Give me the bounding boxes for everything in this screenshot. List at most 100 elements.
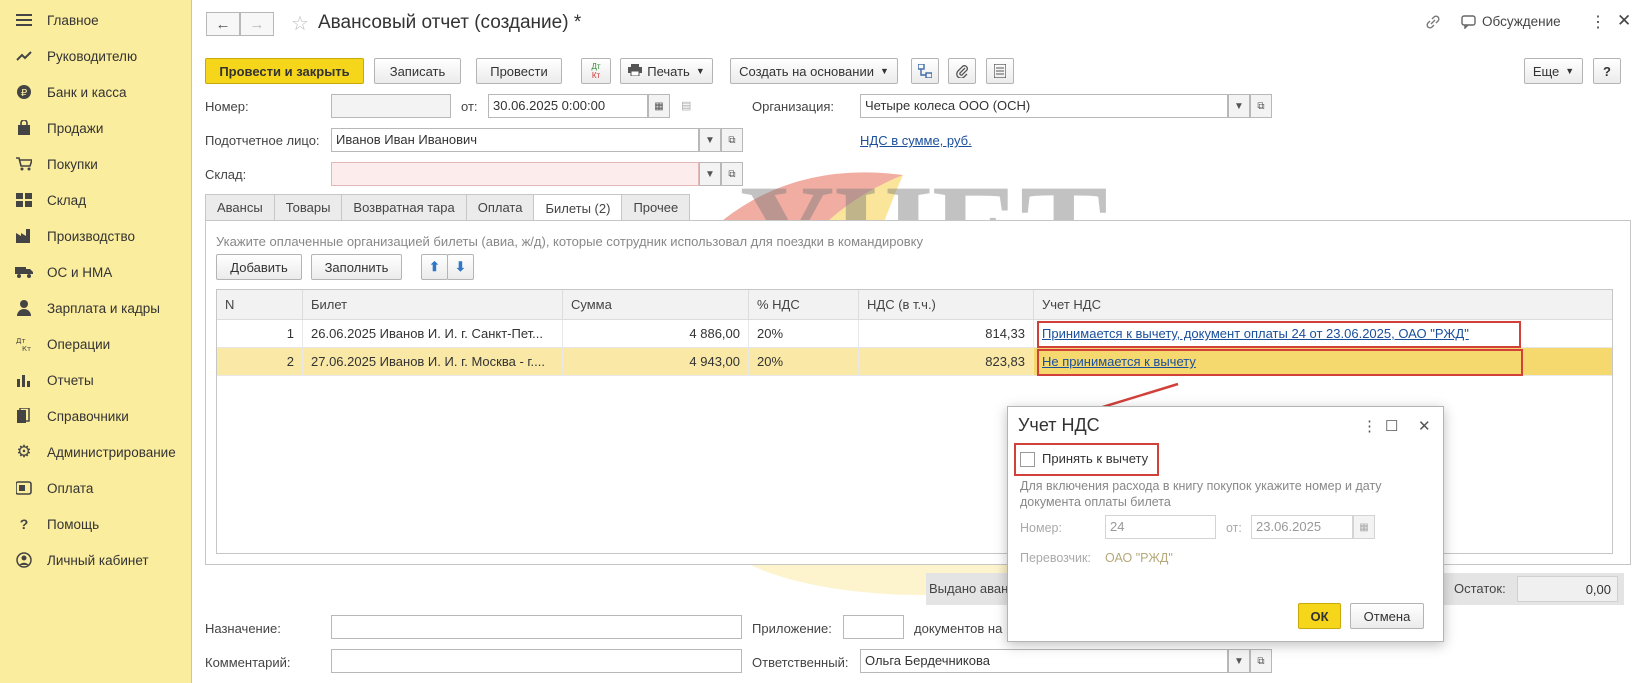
cancel-button[interactable]: Отмена <box>1350 603 1424 629</box>
forward-button[interactable]: → <box>240 12 274 36</box>
column-header-n[interactable]: N <box>217 290 303 320</box>
tab-returnable-packaging[interactable]: Возвратная тара <box>341 194 467 220</box>
person-dropdown[interactable]: ▼ <box>699 128 721 152</box>
documents-label: документов на <box>914 621 1003 636</box>
favorite-star-icon[interactable]: ☆ <box>291 11 309 36</box>
chevron-down-icon: ▼ <box>705 134 715 146</box>
sidebar-item-purchases[interactable]: Покупки <box>0 147 192 181</box>
table-cell-vat[interactable]: 823,83 <box>859 348 1034 376</box>
table-cell-ticket[interactable]: 26.06.2025 Иванов И. И. г. Санкт-Пет... <box>303 320 563 348</box>
comment-field[interactable] <box>331 649 742 673</box>
structure-button[interactable] <box>911 58 939 84</box>
table-cell-n[interactable]: 2 <box>217 348 303 376</box>
responsible-open[interactable]: ⧉ <box>1250 649 1272 673</box>
column-header-ticket[interactable]: Билет <box>303 290 563 320</box>
wallet-icon <box>15 479 33 497</box>
dialog-hint: Для включения расхода в книгу покупок ук… <box>1020 479 1382 509</box>
sidebar-item-bank[interactable]: ₽ Банк и касса <box>0 75 192 109</box>
ok-button[interactable]: ОК <box>1298 603 1341 629</box>
sidebar-item-sales[interactable]: Продажи <box>0 111 192 145</box>
table-cell-vat-rate[interactable]: 20% <box>749 320 859 348</box>
add-button[interactable]: Добавить <box>216 254 302 280</box>
chevron-down-icon: ▼ <box>879 66 889 76</box>
sidebar-item-label: Администрирование <box>47 444 176 460</box>
sidebar-item-account[interactable]: Личный кабинет <box>0 543 192 577</box>
arrow-left-icon: ← <box>215 15 231 33</box>
column-header-vat-account[interactable]: Учет НДС <box>1034 290 1612 320</box>
warehouse-dropdown[interactable]: ▼ <box>699 162 721 186</box>
sidebar-item-warehouse[interactable]: Склад <box>0 183 192 217</box>
table-cell-ticket[interactable]: 27.06.2025 Иванов И. И. г. Москва - г...… <box>303 348 563 376</box>
tab-advances[interactable]: Авансы <box>205 194 275 220</box>
tab-payment[interactable]: Оплата <box>465 194 535 220</box>
table-cell-sum[interactable]: 4 943,00 <box>563 348 749 376</box>
create-based-on-button[interactable]: Создать на основании ▼ <box>730 58 898 84</box>
sidebar-item-help[interactable]: ? Помощь <box>0 507 192 541</box>
link-button[interactable] <box>1425 14 1441 30</box>
responsible-field[interactable]: Ольга Бердечникова <box>860 649 1228 673</box>
warehouse-open[interactable]: ⧉ <box>721 162 743 186</box>
dialog-more-icon[interactable]: ⋮ <box>1362 417 1377 435</box>
sidebar-item-operations[interactable]: Дт Кт Операции <box>0 327 192 361</box>
warehouse-field[interactable] <box>331 162 699 186</box>
chat-icon <box>1461 14 1476 29</box>
sidebar-item-admin[interactable]: ⚙ Администрирование <box>0 435 192 469</box>
open-icon: ⧉ <box>1257 100 1265 112</box>
column-header-vat-rate[interactable]: % НДС <box>749 290 859 320</box>
sidebar-item-fixed-assets[interactable]: ОС и НМА <box>0 255 192 289</box>
dialog-calendar-button[interactable]: ▦ <box>1353 515 1375 539</box>
more-button[interactable]: Еще ▼ <box>1524 58 1583 84</box>
tab-goods[interactable]: Товары <box>273 194 343 220</box>
tab-other[interactable]: Прочее <box>621 194 691 220</box>
dialog-number-field[interactable]: 24 <box>1105 515 1216 539</box>
organization-open[interactable]: ⧉ <box>1250 94 1272 118</box>
person-open[interactable]: ⧉ <box>721 128 743 152</box>
close-icon[interactable]: ✕ <box>1617 11 1631 31</box>
date-field[interactable]: 30.06.2025 0:00:00 <box>488 94 648 118</box>
report-button[interactable] <box>986 58 1014 84</box>
tab-tickets[interactable]: Билеты (2) <box>533 194 623 221</box>
table-cell-sum[interactable]: 4 886,00 <box>563 320 749 348</box>
more-menu-icon[interactable]: ⋮ <box>1590 12 1606 32</box>
calendar-button[interactable]: ▦ <box>648 94 670 118</box>
table-cell-vat-rate[interactable]: 20% <box>749 348 859 376</box>
sidebar-item-main[interactable]: Главное <box>0 3 192 37</box>
organization-dropdown[interactable]: ▼ <box>1228 94 1250 118</box>
responsible-dropdown[interactable]: ▼ <box>1228 649 1250 673</box>
number-field[interactable] <box>331 94 451 118</box>
dt-kt-button[interactable]: Дт Кт <box>581 58 611 84</box>
post-button[interactable]: Провести <box>476 58 562 84</box>
table-cell-vat[interactable]: 814,33 <box>859 320 1034 348</box>
column-header-sum[interactable]: Сумма <box>563 290 749 320</box>
vat-in-sum-link[interactable]: НДС в сумме, руб. <box>860 133 972 148</box>
attach-button[interactable] <box>948 58 976 84</box>
discussion-button[interactable]: Обсуждение <box>1461 14 1561 29</box>
dialog-date-field[interactable]: 23.06.2025 <box>1251 515 1353 539</box>
sidebar-item-payment[interactable]: Оплата <box>0 471 192 505</box>
comment-history-icon[interactable]: ▤ <box>681 99 691 112</box>
carrier-label: Перевозчик: <box>1020 551 1091 565</box>
post-and-close-button[interactable]: Провести и закрыть <box>205 58 364 84</box>
save-button[interactable]: Записать <box>374 58 461 84</box>
move-up-button[interactable]: ⬆ <box>421 254 448 280</box>
back-button[interactable]: ← <box>206 12 240 36</box>
purpose-field[interactable] <box>331 615 742 639</box>
print-button[interactable]: Печать ▼ <box>620 58 713 84</box>
attachment-field[interactable] <box>843 615 904 639</box>
maximize-icon[interactable]: ☐ <box>1385 417 1398 435</box>
sidebar-item-director[interactable]: Руководителю <box>0 39 192 73</box>
fill-button[interactable]: Заполнить <box>311 254 402 280</box>
accountable-person-field[interactable]: Иванов Иван Иванович <box>331 128 699 152</box>
sidebar-item-salary[interactable]: Зарплата и кадры <box>0 291 192 325</box>
dialog-close-icon[interactable]: ✕ <box>1418 417 1431 435</box>
table-cell-n[interactable]: 1 <box>217 320 303 348</box>
sidebar-item-catalogs[interactable]: Справочники <box>0 399 192 433</box>
organization-field[interactable]: Четыре колеса ООО (ОСН) <box>860 94 1228 118</box>
column-header-vat[interactable]: НДС (в т.ч.) <box>859 290 1034 320</box>
help-button[interactable]: ? <box>1593 58 1621 84</box>
link-icon <box>1426 15 1440 29</box>
sidebar-item-production[interactable]: Производство <box>0 219 192 253</box>
sidebar-item-label: Склад <box>47 192 87 208</box>
sidebar-item-reports[interactable]: Отчеты <box>0 363 192 397</box>
move-down-button[interactable]: ⬇ <box>447 254 474 280</box>
